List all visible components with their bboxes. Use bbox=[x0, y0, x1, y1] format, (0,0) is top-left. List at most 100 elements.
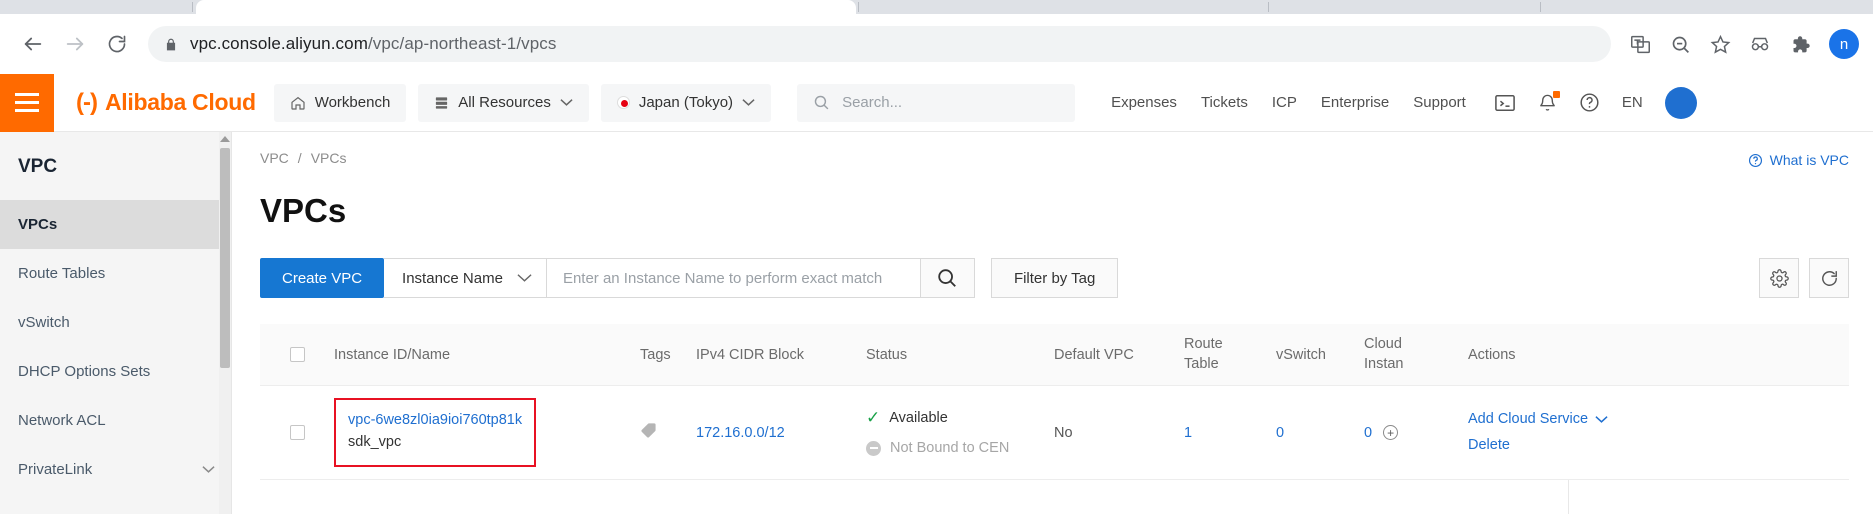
tag-icon[interactable] bbox=[640, 422, 657, 443]
all-resources-button[interactable]: All Resources bbox=[418, 83, 589, 122]
breadcrumb-vpcs[interactable]: VPCs bbox=[311, 150, 347, 166]
lock-icon bbox=[164, 37, 178, 52]
instance-search-input[interactable]: Enter an Instance Name to perform exact … bbox=[546, 258, 921, 298]
refresh-icon[interactable] bbox=[1809, 258, 1849, 298]
status-available: ✓ Available bbox=[866, 409, 1054, 426]
chevron-down-icon bbox=[1595, 415, 1608, 424]
column-header-default-vpc: Default VPC bbox=[1054, 346, 1134, 363]
nav-expenses[interactable]: Expenses bbox=[1111, 94, 1177, 111]
nav-enterprise[interactable]: Enterprise bbox=[1321, 94, 1389, 111]
sidebar-item-route-tables[interactable]: Route Tables bbox=[0, 249, 231, 298]
row-checkbox-cell[interactable] bbox=[260, 425, 334, 440]
cell-status: ✓ Available Not Bound to CEN bbox=[866, 409, 1054, 456]
global-search-input[interactable]: Search... bbox=[797, 83, 1076, 122]
incognito-icon[interactable] bbox=[1743, 27, 1777, 61]
filter-by-tag-button[interactable]: Filter by Tag bbox=[990, 258, 1119, 298]
notification-bell-icon[interactable] bbox=[1538, 91, 1560, 113]
chevron-down-icon[interactable] bbox=[202, 461, 215, 478]
column-header-actions: Actions bbox=[1468, 346, 1516, 363]
route-table-count-link[interactable]: 1 bbox=[1184, 425, 1192, 441]
region-label: Japan (Tokyo) bbox=[638, 94, 734, 111]
cell-route-table: 1 bbox=[1184, 425, 1276, 441]
scroll-up-arrow-icon[interactable] bbox=[220, 136, 230, 142]
filter-by-tag-label: Filter by Tag bbox=[1013, 269, 1096, 287]
workbench-label: Workbench bbox=[314, 94, 391, 111]
puzzle-icon[interactable] bbox=[1783, 27, 1817, 61]
instance-id-highlight-box: vpc-6we8zl0ia9ioi760tp81k sdk_vpc bbox=[334, 397, 537, 468]
workbench-button[interactable]: Workbench bbox=[273, 83, 407, 122]
terminal-icon[interactable] bbox=[1494, 93, 1516, 113]
vswitch-count-link[interactable]: 0 bbox=[1276, 425, 1284, 441]
user-avatar[interactable] bbox=[1664, 86, 1697, 119]
home-icon bbox=[290, 95, 306, 111]
reload-icon[interactable] bbox=[98, 25, 136, 63]
breadcrumb-vpc[interactable]: VPC bbox=[260, 150, 289, 166]
sidebar-item-vpcs[interactable]: VPCs bbox=[0, 200, 231, 249]
chevron-down-icon bbox=[517, 270, 532, 287]
route-table-line2: Table bbox=[1184, 355, 1219, 372]
cell-actions: Add Cloud Service Delete bbox=[1446, 407, 1849, 458]
nav-support[interactable]: Support bbox=[1413, 94, 1466, 111]
nav-tickets[interactable]: Tickets bbox=[1201, 94, 1248, 111]
language-selector[interactable]: EN bbox=[1622, 94, 1643, 111]
add-cloud-service-label: Add Cloud Service bbox=[1468, 411, 1589, 428]
forward-arrow-icon[interactable] bbox=[56, 25, 94, 63]
brand-text: Alibaba Cloud bbox=[104, 89, 256, 115]
select-all-checkbox[interactable] bbox=[289, 347, 305, 362]
filter-type-select[interactable]: Instance Name bbox=[384, 258, 547, 298]
breadcrumb-separator: / bbox=[297, 150, 302, 166]
sidebar-item-label: Network ACL bbox=[18, 412, 106, 429]
select-all-checkbox-cell[interactable] bbox=[260, 347, 334, 362]
row-checkbox[interactable] bbox=[289, 425, 305, 440]
table-toolbar: Create VPC Instance Name Enter an Instan… bbox=[260, 258, 1873, 298]
brand-logo[interactable]: (-) Alibaba Cloud bbox=[54, 89, 274, 117]
nav-icp[interactable]: ICP bbox=[1272, 94, 1297, 111]
add-cloud-service-action[interactable]: Add Cloud Service bbox=[1468, 407, 1608, 432]
cell-cidr: 172.16.0.0/12 bbox=[696, 425, 866, 441]
sidebar-item-dhcp-options-sets[interactable]: DHCP Options Sets bbox=[0, 347, 231, 396]
sidebar-item-label: Route Tables bbox=[18, 265, 106, 282]
cloud-instances-line2: Instan bbox=[1364, 355, 1404, 372]
what-is-vpc-link[interactable]: What is VPC bbox=[1748, 152, 1849, 168]
tab-divider bbox=[858, 2, 859, 12]
instance-id-link[interactable]: vpc-6we8zl0ia9ioi760tp81k bbox=[348, 412, 522, 428]
browser-tab-strip[interactable] bbox=[0, 0, 1873, 14]
console-top-bar: (-) Alibaba Cloud Workbench All Resource… bbox=[0, 73, 1873, 132]
browser-tab[interactable] bbox=[1272, 0, 1537, 14]
cell-vswitch: 0 bbox=[1276, 425, 1364, 441]
star-icon[interactable] bbox=[1703, 27, 1737, 61]
browser-tab[interactable] bbox=[0, 0, 190, 14]
browser-tab[interactable] bbox=[1000, 0, 1265, 14]
browser-url-bar: vpc.console.aliyun.com/vpc/ap-northeast-… bbox=[0, 14, 1873, 74]
zoom-out-icon[interactable] bbox=[1663, 27, 1697, 61]
chevron-down-icon bbox=[560, 98, 573, 107]
sidebar-item-privatelink[interactable]: PrivateLink bbox=[0, 445, 231, 494]
column-header-status: Status bbox=[866, 346, 908, 363]
translate-icon[interactable] bbox=[1623, 27, 1657, 61]
help-circle-icon[interactable] bbox=[1579, 92, 1600, 113]
search-button[interactable] bbox=[920, 258, 975, 298]
region-selector[interactable]: Japan (Tokyo) bbox=[600, 83, 772, 122]
scrollbar-thumb[interactable] bbox=[220, 148, 230, 368]
status-cen-binding: Not Bound to CEN bbox=[866, 440, 1054, 456]
sidebar-scrollbar[interactable] bbox=[219, 132, 231, 514]
top-bar-icons: EN bbox=[1494, 91, 1643, 113]
sidebar-item-label: DHCP Options Sets bbox=[18, 363, 151, 380]
omnibox[interactable]: vpc.console.aliyun.com/vpc/ap-northeast-… bbox=[148, 26, 1611, 62]
delete-action[interactable]: Delete bbox=[1468, 433, 1510, 458]
avatar[interactable]: n bbox=[1829, 29, 1859, 59]
plus-circle-icon[interactable]: + bbox=[1383, 425, 1399, 440]
sidebar-item-network-acl[interactable]: Network ACL bbox=[0, 396, 231, 445]
toolbar-right-icons bbox=[1759, 258, 1849, 298]
back-arrow-icon[interactable] bbox=[14, 25, 52, 63]
cidr-link[interactable]: 172.16.0.0/12 bbox=[696, 425, 785, 441]
cloud-instance-count-link[interactable]: 0 bbox=[1364, 425, 1372, 441]
sidebar-item-vswitch[interactable]: vSwitch bbox=[0, 298, 231, 347]
gear-icon[interactable] bbox=[1759, 258, 1799, 298]
instance-name: sdk_vpc bbox=[348, 433, 402, 450]
browser-tab-active[interactable] bbox=[196, 0, 856, 14]
hamburger-menu-icon[interactable] bbox=[0, 73, 54, 132]
japan-flag-icon bbox=[616, 96, 630, 109]
create-vpc-button[interactable]: Create VPC bbox=[260, 258, 385, 298]
search-icon bbox=[813, 94, 830, 111]
